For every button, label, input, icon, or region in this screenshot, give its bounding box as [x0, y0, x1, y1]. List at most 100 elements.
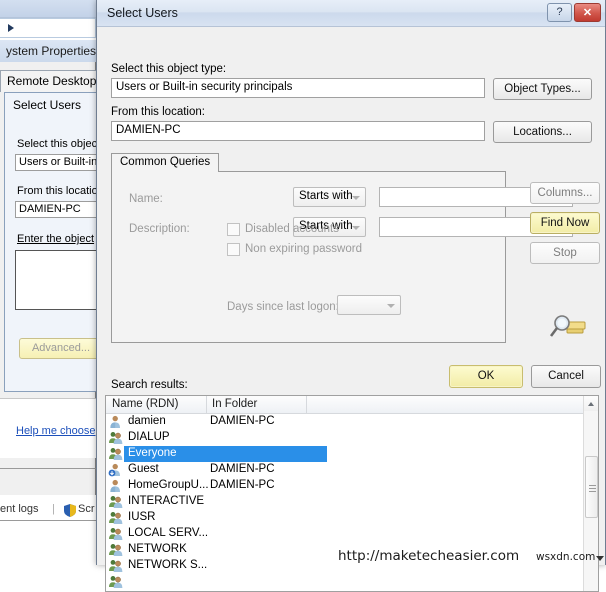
user-icon	[108, 415, 123, 429]
tab-panel-seam	[112, 171, 202, 172]
non-expiring-password-label: Non expiring password	[245, 243, 362, 255]
chevron-down-icon	[352, 196, 360, 200]
column-header-folder[interactable]: In Folder	[212, 398, 257, 414]
stop-button[interactable]: Stop	[530, 242, 600, 264]
help-button[interactable]: ?	[547, 3, 572, 22]
list-header: Name (RDN) In Folder	[106, 396, 598, 414]
table-row[interactable]: INTERACTIVE	[106, 494, 598, 510]
thumb-grip-line	[589, 485, 596, 486]
table-row[interactable]: DIALUP	[106, 430, 598, 446]
system-properties-titlebar: ystem Properties	[0, 40, 96, 62]
background-select-users-dialog: Select Users Select this objec Users or …	[4, 92, 107, 392]
user-down-icon	[108, 463, 123, 477]
background-object-type-field[interactable]: Users or Built-in	[15, 154, 107, 171]
background-bottom-fill	[0, 521, 96, 565]
cell-name: HomeGroupU...	[128, 479, 209, 491]
status-bar-text: ent logs	[0, 503, 39, 515]
name-label: Name:	[129, 193, 163, 205]
help-icon: ?	[556, 6, 563, 18]
background-status-bar: ent logs | Scr	[0, 500, 96, 520]
shield-icon	[64, 504, 76, 517]
ok-button[interactable]: OK	[449, 365, 523, 388]
cell-name: DIALUP	[128, 431, 170, 443]
table-row[interactable]: IUSR	[106, 510, 598, 526]
table-row[interactable]: HomeGroupU... DAMIEN-PC	[106, 478, 598, 494]
cell-name: IUSR	[128, 511, 156, 523]
dialog-titlebar[interactable]: Select Users ? ✕	[97, 0, 605, 27]
location-label: From this location:	[111, 106, 205, 118]
group-icon	[108, 431, 123, 445]
cell-name: damien	[128, 415, 166, 427]
table-row[interactable]: LOCAL SERV...	[106, 526, 598, 542]
disabled-accounts-label: Disabled accounts	[245, 223, 339, 235]
days-since-logon-select[interactable]	[337, 295, 401, 315]
tab-remote-desktop[interactable]: Remote Desktop	[0, 70, 102, 92]
group-icon	[108, 511, 123, 525]
group-icon	[108, 543, 123, 557]
system-properties-title-text: ystem Properties	[6, 44, 97, 58]
cell-name: LOCAL SERV...	[128, 527, 209, 539]
background-location-label: From this location	[17, 185, 104, 197]
select-users-dialog: Select Users ? ✕ Select this object type…	[96, 0, 606, 592]
cell-folder: DAMIEN-PC	[210, 463, 275, 475]
days-since-logon-label: Days since last logon:	[227, 301, 339, 313]
cell-name: INTERACTIVE	[128, 495, 205, 507]
tab-common-queries[interactable]: Common Queries	[111, 153, 220, 172]
thumb-grip-line	[589, 488, 596, 489]
location-field[interactable]: DAMIEN-PC	[111, 121, 485, 141]
columns-button[interactable]: Columns...	[530, 182, 600, 204]
chevron-down-icon	[387, 304, 395, 308]
non-expiring-password-checkbox[interactable]	[227, 243, 240, 256]
name-operator-value: Starts with	[299, 190, 353, 202]
search-results-label: Search results:	[111, 379, 188, 391]
background-advanced-button[interactable]: Advanced...	[19, 338, 103, 359]
find-now-button[interactable]: Find Now	[530, 212, 600, 234]
caret-up-icon	[588, 402, 594, 406]
background-address-bar[interactable]	[0, 18, 96, 38]
background-enter-object-textarea[interactable]	[15, 250, 107, 310]
scrollbar-thumb[interactable]	[585, 456, 598, 518]
table-row[interactable]: damien DAMIEN-PC	[106, 414, 598, 430]
group-icon	[108, 495, 123, 509]
group-icon	[108, 447, 123, 461]
help-me-choose-link[interactable]: Help me choose	[16, 425, 96, 437]
address-bar-arrow-icon	[8, 24, 14, 32]
cell-name: Guest	[128, 463, 159, 475]
background-window-titlebar	[0, 0, 96, 18]
column-divider-2[interactable]	[306, 396, 307, 414]
table-row[interactable]	[106, 574, 598, 590]
table-row[interactable]: Guest DAMIEN-PC	[106, 462, 598, 478]
disabled-accounts-checkbox[interactable]	[227, 223, 240, 236]
close-button[interactable]: ✕	[574, 3, 601, 22]
watermark-arrow-icon	[596, 556, 604, 561]
locations-button[interactable]: Locations...	[493, 121, 592, 143]
system-properties-tabstrip: Remote Desktop	[0, 70, 102, 92]
background-object-type-label: Select this objec	[17, 138, 98, 150]
background-enter-object-label: Enter the object	[17, 233, 95, 245]
object-type-field[interactable]: Users or Built-in security principals	[111, 78, 485, 98]
scroll-up-button[interactable]	[584, 396, 598, 411]
cancel-button[interactable]: Cancel	[531, 365, 601, 388]
group-icon	[108, 559, 123, 573]
cell-folder: DAMIEN-PC	[210, 415, 275, 427]
background-dialog-title: Select Users	[13, 98, 82, 112]
watermark-secondary: wsxdn.com	[536, 551, 596, 563]
background-divider	[0, 468, 96, 469]
column-header-name[interactable]: Name (RDN)	[112, 398, 178, 414]
object-type-label: Select this object type:	[111, 63, 227, 75]
column-divider-1[interactable]	[206, 396, 207, 414]
description-label: Description:	[129, 223, 190, 235]
name-operator-select[interactable]: Starts with	[293, 187, 366, 207]
close-icon: ✕	[582, 7, 593, 19]
thumb-grip-line	[589, 491, 596, 492]
cell-name: Everyone	[128, 447, 177, 459]
background-location-field[interactable]: DAMIEN-PC	[15, 201, 107, 218]
dialog-title: Select Users	[107, 6, 178, 20]
magnifier-key-icon	[549, 315, 586, 337]
watermark-primary: http://maketecheasier.com	[338, 548, 520, 564]
chevron-down-icon	[352, 226, 360, 230]
status-bar-text-2: Scr	[78, 503, 95, 515]
object-types-button[interactable]: Object Types...	[493, 78, 592, 100]
cell-name: NETWORK S...	[128, 559, 208, 571]
table-row[interactable]: Everyone	[106, 446, 598, 462]
